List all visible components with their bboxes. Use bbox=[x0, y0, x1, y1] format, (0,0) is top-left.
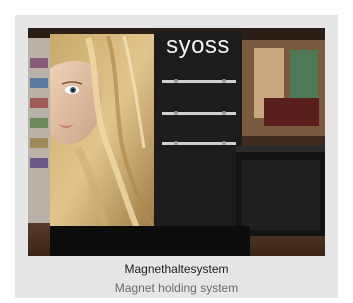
brand-logo: syoss bbox=[166, 32, 230, 59]
caption-subtitle: Magnet holding system bbox=[114, 281, 239, 295]
image-card: syoss Magnethaltesystem Magnet holding s… bbox=[15, 15, 338, 298]
caption-title: Magnethaltesystem bbox=[124, 262, 229, 276]
product-photo: syoss bbox=[28, 28, 325, 256]
